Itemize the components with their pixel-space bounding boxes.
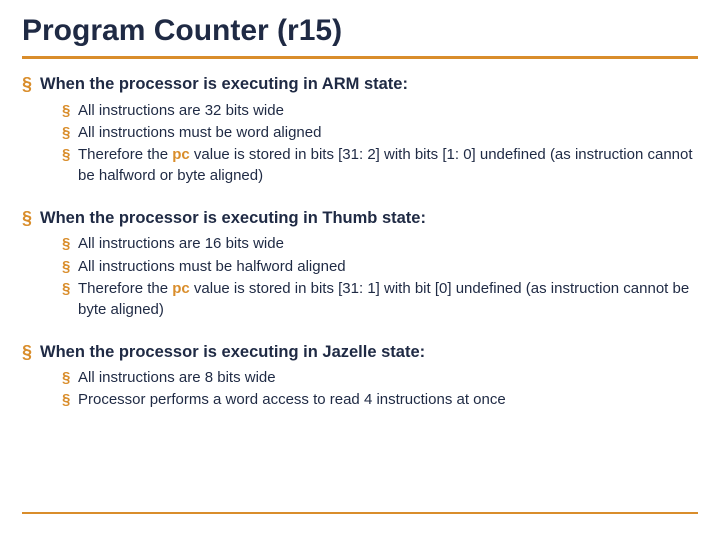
section-heading: When the processor is executing in Thumb… xyxy=(40,207,426,229)
keyword: pc xyxy=(172,280,190,297)
list-item-text: All instructions must be word aligned xyxy=(78,122,321,143)
subitem-bullet-icon: § xyxy=(62,278,78,299)
subitem-bullet-icon: § xyxy=(62,389,78,410)
text-pre: All instructions are 8 bits wide xyxy=(78,369,276,386)
text-pre: Therefore the xyxy=(78,146,172,163)
section-heading: When the processor is executing in ARM s… xyxy=(40,73,408,95)
section: §When the processor is executing in Thum… xyxy=(22,207,698,321)
list-item-text: All instructions are 32 bits wide xyxy=(78,100,284,121)
list-item: §All instructions are 8 bits wide xyxy=(62,367,698,388)
list-item: §Processor performs a word access to rea… xyxy=(62,389,698,410)
subitem-bullet-icon: § xyxy=(62,367,78,388)
slide-body: §When the processor is executing in ARM … xyxy=(22,73,698,411)
section-bullet-icon: § xyxy=(22,342,40,364)
section-heading-row: §When the processor is executing in ARM … xyxy=(22,73,698,96)
subitem-bullet-icon: § xyxy=(62,256,78,277)
list-item-text: All instructions are 8 bits wide xyxy=(78,367,276,388)
title-rule xyxy=(22,56,698,59)
list-item-text: Therefore the pc value is stored in bits… xyxy=(78,144,698,187)
section-heading-row: §When the processor is executing in Thum… xyxy=(22,207,698,230)
list-item: §All instructions must be halfword align… xyxy=(62,256,698,277)
list-item: §Therefore the pc value is stored in bit… xyxy=(62,144,698,187)
text-pre: All instructions are 32 bits wide xyxy=(78,102,284,119)
subitem-bullet-icon: § xyxy=(62,122,78,143)
section: §When the processor is executing in Jaze… xyxy=(22,341,698,411)
list-item-text: All instructions must be halfword aligne… xyxy=(78,256,346,277)
subitems: §All instructions are 8 bits wide§Proces… xyxy=(62,367,698,411)
text-pre: All instructions must be word aligned xyxy=(78,124,321,141)
section: §When the processor is executing in ARM … xyxy=(22,73,698,187)
list-item-text: Processor performs a word access to read… xyxy=(78,389,506,410)
list-item: §All instructions must be word aligned xyxy=(62,122,698,143)
section-heading-row: §When the processor is executing in Jaze… xyxy=(22,341,698,364)
page-title: Program Counter (r15) xyxy=(22,14,698,48)
section-heading: When the processor is executing in Jazel… xyxy=(40,341,425,363)
subitems: §All instructions are 16 bits wide§All i… xyxy=(62,233,698,320)
list-item-text: Therefore the pc value is stored in bits… xyxy=(78,278,698,321)
subitems: §All instructions are 32 bits wide§All i… xyxy=(62,100,698,187)
list-item: §Therefore the pc value is stored in bit… xyxy=(62,278,698,321)
subitem-bullet-icon: § xyxy=(62,144,78,165)
text-pre: Processor performs a word access to read… xyxy=(78,391,506,408)
section-bullet-icon: § xyxy=(22,208,40,230)
keyword: pc xyxy=(172,146,190,163)
section-bullet-icon: § xyxy=(22,74,40,96)
list-item: §All instructions are 32 bits wide xyxy=(62,100,698,121)
text-pre: All instructions are 16 bits wide xyxy=(78,235,284,252)
text-pre: Therefore the xyxy=(78,280,172,297)
list-item: §All instructions are 16 bits wide xyxy=(62,233,698,254)
subitem-bullet-icon: § xyxy=(62,100,78,121)
subitem-bullet-icon: § xyxy=(62,233,78,254)
slide: Program Counter (r15) §When the processo… xyxy=(0,0,720,540)
footer-rule xyxy=(22,512,698,514)
list-item-text: All instructions are 16 bits wide xyxy=(78,233,284,254)
text-pre: All instructions must be halfword aligne… xyxy=(78,258,346,275)
